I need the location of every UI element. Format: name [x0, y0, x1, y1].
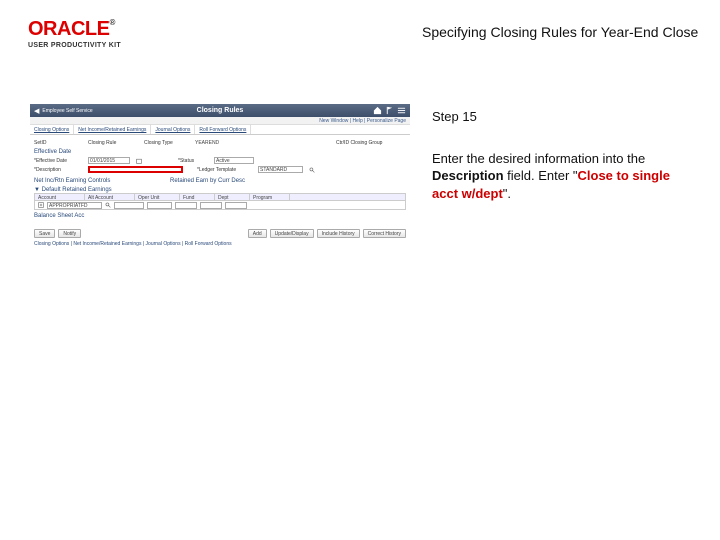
closing-type-value: YEAREND: [195, 140, 219, 146]
app-tabs: Closing Options Net Income/Retained Earn…: [30, 125, 410, 135]
update-display-button[interactable]: Update/Display: [270, 229, 314, 238]
grid-dept-field[interactable]: [200, 202, 222, 209]
button-bar: Save Notify Add Update/Display Include H…: [34, 229, 406, 238]
closing-type-label: Closing Type: [144, 140, 189, 146]
ledger-template-label: *Ledger Template: [197, 167, 252, 173]
instruction-text: Enter the desired information into the D…: [432, 150, 688, 203]
grid-account-field[interactable]: APPROPRIATFD: [47, 202, 102, 209]
document-title: Specifying Closing Rules for Year-End Cl…: [422, 24, 698, 40]
row-eff-date: *Effective Date 01/01/2015 *Status Activ…: [34, 157, 406, 164]
col-oper: Oper Unit: [135, 194, 180, 200]
grid-oper-field[interactable]: [147, 202, 172, 209]
back-label[interactable]: Employee Self Service: [42, 108, 92, 114]
app-heading: Closing Rules: [197, 107, 244, 114]
instr-post: ".: [503, 186, 511, 201]
menu-icon[interactable]: [397, 106, 406, 115]
status-field[interactable]: Active: [214, 157, 254, 164]
notify-button[interactable]: Notify: [58, 229, 81, 238]
col-dept: Dept: [215, 194, 250, 200]
closing-rule-label: Closing Rule: [88, 140, 138, 146]
topbar-right: [373, 106, 406, 115]
brand-block: ORACLE® USER PRODUCTIVITY KIT: [28, 18, 121, 49]
description-label: *Description: [34, 167, 82, 173]
topbar-left: ◀ Employee Self Service: [34, 107, 93, 115]
description-field[interactable]: [88, 166, 183, 173]
section-ret-earn: Retained Earn by Curr Desc: [170, 178, 245, 184]
step-label: Step 15: [432, 108, 688, 126]
instr-bold: Description: [432, 168, 504, 183]
section-net-inc: Net Inc/Rtn Earning Controls: [34, 178, 164, 184]
tab-net-income[interactable]: Net Income/Retained Earnings: [74, 125, 151, 134]
back-chevron-icon[interactable]: ◀: [34, 107, 39, 115]
grid-row-1: APPROPRIATFD: [34, 201, 406, 210]
setid-label: SetID: [34, 140, 82, 146]
col-alt: Alt Account: [85, 194, 135, 200]
tab-closing-options[interactable]: Closing Options: [30, 125, 74, 134]
footer-links[interactable]: Closing Options | Net Income/Retained Ea…: [34, 241, 406, 247]
save-button[interactable]: Save: [34, 229, 55, 238]
calendar-icon[interactable]: [136, 158, 142, 164]
trademark: ®: [109, 18, 114, 27]
instruction-column: Step 15 Enter the desired information in…: [432, 108, 688, 202]
upk-subtitle: USER PRODUCTIVITY KIT: [28, 42, 121, 49]
instr-pre: Enter the desired information into the: [432, 151, 645, 166]
section-effective-date: Effective Date: [34, 149, 406, 155]
oracle-logo: ORACLE®: [28, 18, 121, 41]
app-topbar: ◀ Employee Self Service Closing Rules: [30, 104, 410, 117]
instr-mid: field. Enter ": [504, 168, 578, 183]
oracle-text: ORACLE: [28, 18, 109, 40]
lookup-icon[interactable]: [105, 202, 111, 208]
include-history-button[interactable]: Include History: [317, 229, 360, 238]
app-body: SetID Closing Rule Closing Type YEAREND …: [30, 135, 410, 250]
row-sections: Net Inc/Rtn Earning Controls Retained Ea…: [34, 175, 406, 185]
eff-date-label: *Effective Date: [34, 158, 82, 164]
col-account: Account: [35, 194, 85, 200]
tab-journal-options[interactable]: Journal Options: [151, 125, 195, 134]
tab-roll-forward[interactable]: Roll Forward Options: [195, 125, 251, 134]
row-ids: SetID Closing Rule Closing Type YEAREND …: [34, 140, 406, 146]
correct-history-button[interactable]: Correct History: [363, 229, 406, 238]
section-balance-sheet: Balance Sheet Acc: [34, 213, 406, 219]
app-sublinks[interactable]: New Window | Help | Personalize Page: [30, 117, 410, 125]
status-label: *Status: [178, 158, 208, 164]
ledger-template-field[interactable]: STANDARD: [258, 166, 303, 173]
home-icon[interactable]: [373, 106, 382, 115]
col-prog: Program: [250, 194, 290, 200]
eff-date-field[interactable]: 01/01/2015: [88, 157, 130, 164]
grid-header: Account Alt Account Oper Unit Fund Dept …: [34, 193, 406, 201]
grid-prog-field[interactable]: [225, 202, 247, 209]
lookup-icon[interactable]: [309, 167, 315, 173]
add-button[interactable]: Add: [248, 229, 267, 238]
grid-alt-field[interactable]: [114, 202, 144, 209]
row-description: *Description *Ledger Template STANDARD: [34, 166, 406, 173]
expand-icon[interactable]: [38, 202, 44, 208]
closing-group-label: Ctr/ID Closing Group: [336, 140, 406, 146]
flag-icon[interactable]: [385, 106, 394, 115]
col-fund: Fund: [180, 194, 215, 200]
app-screenshot: ◀ Employee Self Service Closing Rules Ne…: [30, 104, 410, 304]
grid-fund-field[interactable]: [175, 202, 197, 209]
